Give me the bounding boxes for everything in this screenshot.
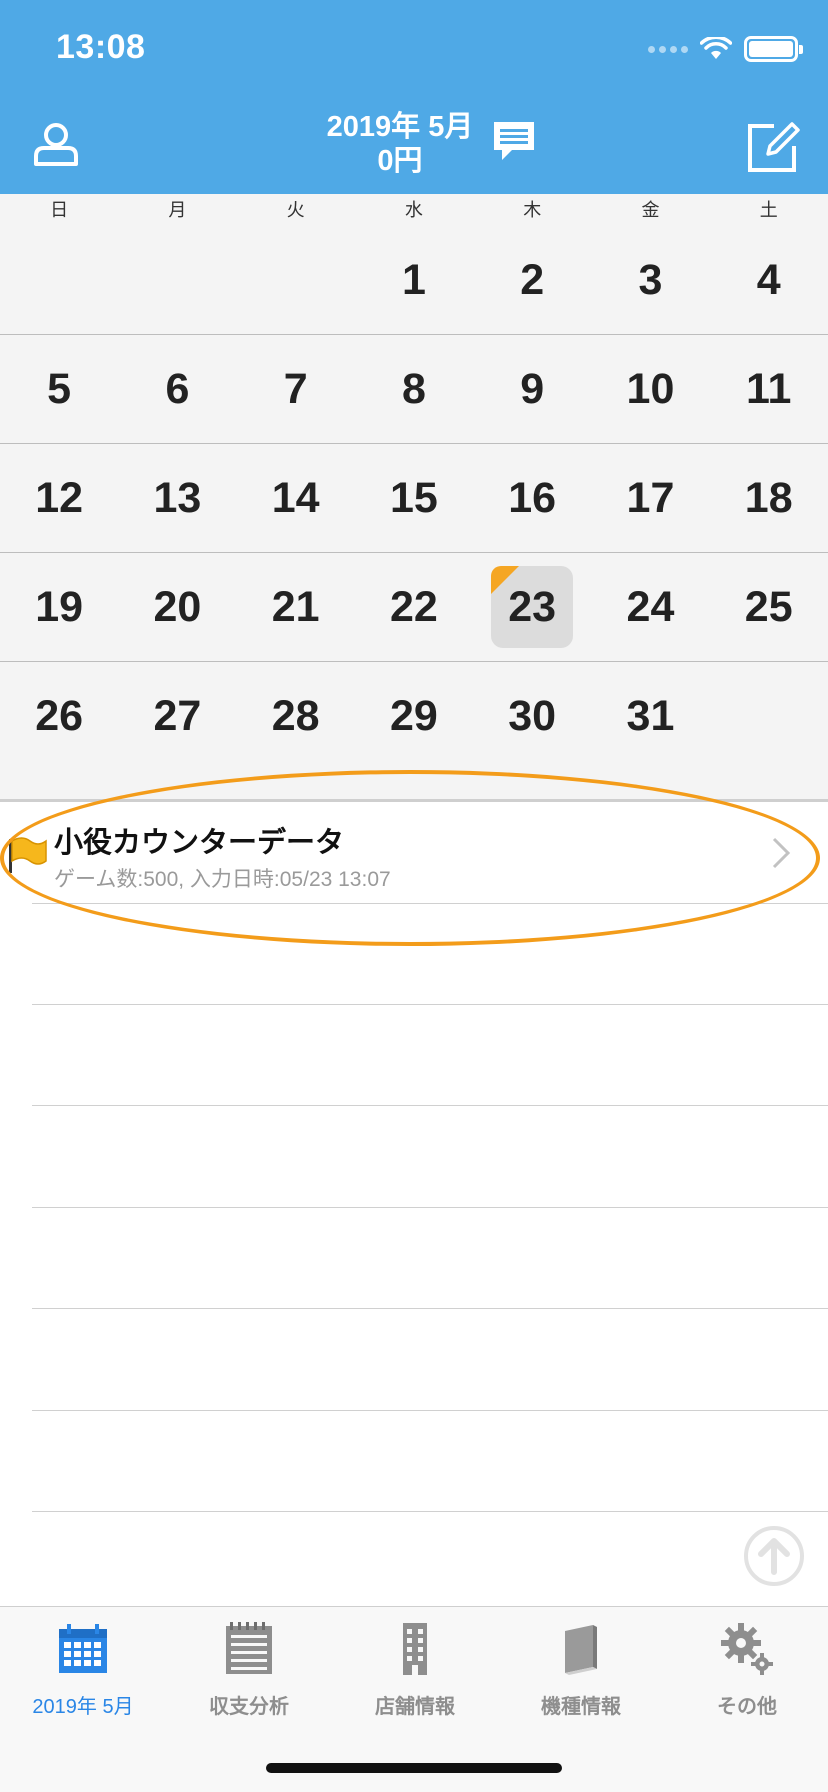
calendar-day[interactable]: 16: [473, 444, 591, 552]
wifi-icon: [700, 37, 732, 59]
month-title: 2019年 5月: [326, 111, 474, 143]
today-day-number: 23: [508, 582, 557, 631]
flag-icon: [9, 837, 47, 873]
calendar-day[interactable]: 4: [710, 226, 828, 334]
calendar-day[interactable]: 25: [710, 553, 828, 661]
calendar-day[interactable]: 3: [591, 226, 709, 334]
calendar-day[interactable]: 20: [118, 553, 236, 661]
tab-calendar[interactable]: 2019年 5月: [0, 1621, 166, 1719]
calendar-day[interactable]: [710, 662, 828, 770]
calendar-day[interactable]: 13: [118, 444, 236, 552]
calendar-day[interactable]: 9: [473, 335, 591, 443]
month-amount: 0円: [377, 145, 423, 177]
weekday-label: 火: [286, 200, 305, 220]
header-bar: 13:08 2019年 5月 0円: [0, 0, 828, 194]
calendar-day[interactable]: 18: [710, 444, 828, 552]
divider: [32, 1410, 828, 1411]
battery-icon: [744, 36, 803, 62]
calendar-day[interactable]: 7: [237, 335, 355, 443]
tab-machine-info[interactable]: 機種情報: [498, 1621, 664, 1719]
calendar-day[interactable]: 10: [591, 335, 709, 443]
divider: [32, 903, 828, 904]
list-item[interactable]: 小役カウンターデータ ゲーム数:500, 入力日時:05/23 13:07: [0, 805, 828, 905]
calendar-day[interactable]: 21: [237, 553, 355, 661]
calendar-week: 5 6 7 8 9 10 11: [0, 335, 828, 444]
chat-icon[interactable]: [490, 118, 538, 166]
calendar-day[interactable]: 31: [591, 662, 709, 770]
calendar-day[interactable]: 22: [355, 553, 473, 661]
calendar-day[interactable]: 1: [355, 226, 473, 334]
calendar-day[interactable]: 8: [355, 335, 473, 443]
calendar-icon: [59, 1624, 107, 1673]
divider: [32, 1308, 828, 1309]
calendar-week: 1 2 3 4: [0, 226, 828, 335]
calendar-day[interactable]: 26: [0, 662, 118, 770]
list-item-title: 小役カウンターデータ: [54, 827, 345, 859]
weekday-label: 金: [641, 200, 660, 220]
book-icon: [565, 1625, 597, 1675]
tab-label: 機種情報: [541, 1696, 621, 1718]
status-indicators: [648, 36, 803, 62]
user-icon[interactable]: [30, 118, 82, 170]
calendar-day[interactable]: 27: [118, 662, 236, 770]
calendar-day[interactable]: [118, 226, 236, 334]
calendar-day[interactable]: 24: [591, 553, 709, 661]
weekday-label: 土: [759, 200, 778, 220]
signal-icon: [648, 45, 688, 53]
status-time: 13:08: [56, 28, 146, 66]
gear-icon: [721, 1623, 773, 1675]
divider: [32, 1207, 828, 1208]
chevron-right-icon: [772, 837, 791, 869]
notepad-icon: [226, 1622, 272, 1674]
calendar-day[interactable]: 6: [118, 335, 236, 443]
divider: [32, 1105, 828, 1106]
home-indicator: [266, 1763, 562, 1773]
tab-other[interactable]: その他: [664, 1621, 828, 1719]
today-badge: 23: [491, 566, 574, 648]
calendar-week: 19 20 21 22 23 24 25: [0, 553, 828, 662]
divider: [32, 1511, 828, 1512]
tab-income-analysis[interactable]: 収支分析: [166, 1621, 332, 1719]
calendar-day[interactable]: 29: [355, 662, 473, 770]
weekday-label: 月: [168, 200, 187, 220]
tab-store-info[interactable]: 店舗情報: [332, 1621, 498, 1719]
calendar-day-today[interactable]: 23: [473, 553, 591, 661]
calendar-day[interactable]: [0, 226, 118, 334]
calendar-day[interactable]: 19: [0, 553, 118, 661]
calendar-day[interactable]: [237, 226, 355, 334]
calendar-week: 26 27 28 29 30 31: [0, 662, 828, 770]
edit-icon[interactable]: [744, 118, 802, 176]
weekday-label: 日: [50, 200, 69, 220]
tab-label: 収支分析: [209, 1696, 289, 1718]
list-item-subtitle: ゲーム数:500, 入力日時:05/23 13:07: [54, 868, 391, 891]
tab-label: 店舗情報: [375, 1696, 455, 1718]
calendar-day[interactable]: 17: [591, 444, 709, 552]
divider: [32, 1004, 828, 1005]
tab-label: 2019年 5月: [32, 1696, 134, 1718]
entry-list: 小役カウンターデータ ゲーム数:500, 入力日時:05/23 13:07: [0, 805, 828, 1512]
building-icon: [403, 1623, 427, 1675]
calendar-grid: 日 月 火 水 木 金 土 1 2 3 4 5 6 7 8 9 10 11 12…: [0, 194, 828, 802]
calendar-day[interactable]: 14: [237, 444, 355, 552]
tab-label: その他: [717, 1696, 777, 1718]
calendar-day[interactable]: 28: [237, 662, 355, 770]
weekday-header: 日 月 火 水 木 金 土: [0, 194, 828, 226]
weekday-label: 木: [523, 200, 542, 220]
month-title-block[interactable]: 2019年 5月 0円: [300, 110, 500, 178]
calendar-day[interactable]: 12: [0, 444, 118, 552]
calendar-day[interactable]: 11: [710, 335, 828, 443]
weekday-label: 水: [404, 200, 423, 220]
calendar-day[interactable]: 30: [473, 662, 591, 770]
scroll-to-top-icon[interactable]: [742, 1524, 806, 1588]
calendar-day[interactable]: 2: [473, 226, 591, 334]
calendar-day[interactable]: 5: [0, 335, 118, 443]
calendar-week: 12 13 14 15 16 17 18: [0, 444, 828, 553]
calendar-day[interactable]: 15: [355, 444, 473, 552]
